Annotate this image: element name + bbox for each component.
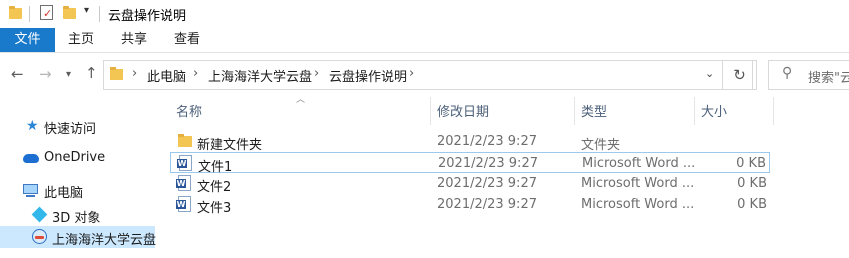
- tab-home[interactable]: 主页: [68, 28, 94, 52]
- column-header-size[interactable]: 大小: [701, 101, 727, 120]
- tab-file[interactable]: 文件: [0, 28, 55, 52]
- sort-ascending-icon: ︿: [296, 95, 306, 105]
- customize-toolbar-chevron-icon[interactable]: ▾: [84, 5, 89, 16]
- star-icon: ★: [26, 118, 39, 134]
- 3d-objects-icon: [31, 206, 48, 223]
- file-row[interactable]: 文件3 2021/2/23 9:27 Microsoft Word ... 0 …: [170, 194, 770, 216]
- search-icon: ⚲: [782, 65, 793, 81]
- onedrive-cloud-icon: [23, 150, 39, 166]
- breadcrumb-this-pc[interactable]: 此电脑: [147, 66, 186, 85]
- file-date: 2021/2/23 9:27: [437, 176, 537, 191]
- file-date: 2021/2/23 9:27: [437, 197, 537, 212]
- file-row[interactable]: 新建文件夹 2021/2/23 9:27 文件夹: [170, 131, 770, 153]
- forward-arrow-icon[interactable]: →: [39, 67, 52, 82]
- file-type: Microsoft Word ...: [582, 156, 696, 171]
- nav-label: 快速访问: [44, 122, 97, 137]
- nav-label: 此电脑: [44, 186, 84, 201]
- divider: [29, 6, 30, 22]
- file-type: Microsoft Word ...: [581, 176, 695, 191]
- this-pc-icon: [23, 182, 39, 198]
- column-header-name[interactable]: 名称: [176, 101, 202, 120]
- file-date: 2021/2/23 9:27: [438, 156, 538, 171]
- file-name: 文件3: [197, 201, 232, 216]
- folder-icon: [110, 67, 123, 80]
- column-divider[interactable]: [773, 97, 774, 125]
- word-doc-icon: [177, 155, 192, 171]
- tab-share[interactable]: 共享: [121, 28, 147, 52]
- file-date: 2021/2/23 9:27: [437, 134, 537, 149]
- folder-icon: [178, 134, 192, 147]
- column-header-type[interactable]: 类型: [581, 101, 607, 120]
- back-arrow-icon[interactable]: ←: [11, 67, 24, 82]
- recent-locations-chevron-icon[interactable]: ▾: [66, 67, 71, 82]
- window-title: 云盘操作说明: [108, 9, 187, 24]
- file-type: Microsoft Word ...: [581, 197, 695, 212]
- nav-item-this-pc[interactable]: 此电脑: [0, 179, 155, 201]
- file-name: 新建文件夹: [197, 138, 263, 153]
- address-history-chevron-icon[interactable]: ⌄: [705, 67, 714, 80]
- nav-item-quick-access[interactable]: ★ 快速访问: [0, 115, 155, 137]
- file-row[interactable]: 文件1 2021/2/23 9:27 Microsoft Word ... 0 …: [170, 152, 770, 175]
- word-doc-icon: [176, 196, 191, 212]
- folder-icon: [9, 6, 22, 19]
- properties-icon[interactable]: ✓: [40, 5, 53, 20]
- refresh-button[interactable]: ↻: [722, 60, 757, 90]
- address-bar[interactable]: [103, 60, 753, 90]
- file-row[interactable]: 文件2 2021/2/23 9:27 Microsoft Word ... 0 …: [170, 173, 770, 195]
- nav-item-onedrive[interactable]: OneDrive: [0, 147, 155, 169]
- nav-label: 上海海洋大学云盘: [52, 233, 157, 248]
- breadcrumb-separator[interactable]: ›: [314, 66, 319, 81]
- file-size: 0 KB: [736, 156, 766, 171]
- nav-item-3d-objects[interactable]: 3D 对象: [0, 204, 155, 226]
- column-header-date[interactable]: 修改日期: [437, 101, 489, 120]
- cloud-drive-icon: [32, 229, 48, 245]
- file-size: 0 KB: [737, 176, 767, 191]
- column-divider[interactable]: [694, 97, 695, 125]
- nav-label: OneDrive: [44, 150, 106, 165]
- breadcrumb-separator[interactable]: ›: [409, 66, 414, 81]
- new-folder-icon[interactable]: [63, 6, 76, 19]
- up-arrow-icon[interactable]: ↑: [85, 66, 98, 81]
- file-name: 文件2: [197, 180, 232, 195]
- word-doc-icon: [176, 175, 191, 191]
- nav-label: 3D 对象: [52, 211, 101, 226]
- breadcrumb-cloud-drive[interactable]: 上海海洋大学云盘: [208, 66, 312, 85]
- breadcrumb-separator[interactable]: ›: [193, 66, 198, 81]
- file-type: 文件夹: [581, 138, 621, 153]
- search-placeholder: 搜索"云: [808, 71, 849, 86]
- column-divider[interactable]: [430, 97, 431, 125]
- refresh-icon: ↻: [733, 66, 746, 84]
- breadcrumb-current-folder[interactable]: 云盘操作说明: [329, 66, 407, 85]
- file-size: 0 KB: [737, 197, 767, 212]
- nav-item-cloud-drive[interactable]: 上海海洋大学云盘: [0, 226, 157, 248]
- divider: [99, 6, 100, 22]
- tab-view[interactable]: 查看: [174, 28, 200, 52]
- breadcrumb-separator[interactable]: ›: [132, 66, 137, 81]
- column-divider[interactable]: [574, 97, 575, 125]
